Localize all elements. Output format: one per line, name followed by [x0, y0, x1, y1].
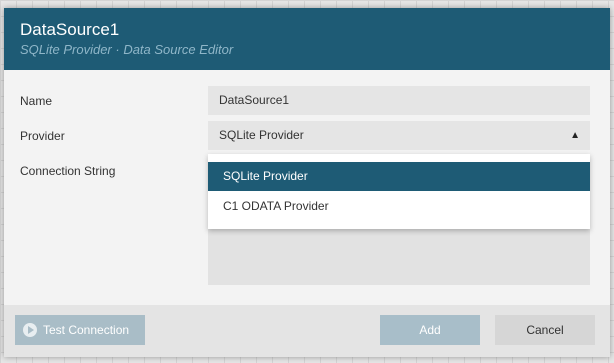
dialog-footer: Test Connection Add Cancel — [4, 305, 610, 357]
chevron-up-icon: ▲ — [570, 130, 580, 141]
cancel-button[interactable]: Cancel — [495, 315, 595, 345]
name-field[interactable]: DataSource1 — [208, 86, 590, 115]
test-connection-button[interactable]: Test Connection — [15, 315, 145, 345]
play-circle-icon — [23, 323, 37, 337]
provider-dropdown-list: SQLite Provider C1 ODATA Provider — [208, 154, 590, 229]
dialog-title: DataSource1 — [20, 20, 120, 39]
add-button[interactable]: Add — [380, 315, 480, 345]
dropdown-option-c1-odata[interactable]: C1 ODATA Provider — [208, 192, 590, 221]
dropdown-option-sqlite[interactable]: SQLite Provider — [208, 162, 590, 191]
data-source-editor-dialog: DataSource1 SQLite Provider · Data Sourc… — [4, 8, 610, 357]
dialog-subtitle: SQLite Provider · Data Source Editor — [20, 42, 234, 57]
connection-string-label: Connection String — [20, 164, 116, 178]
dialog-header: DataSource1 SQLite Provider · Data Sourc… — [4, 8, 610, 70]
name-label: Name — [20, 94, 53, 108]
test-connection-label: Test Connection — [43, 323, 130, 337]
provider-label: Provider — [20, 129, 65, 143]
provider-select-value: SQLite Provider — [219, 128, 304, 142]
provider-select[interactable]: SQLite Provider ▲ — [208, 121, 590, 150]
